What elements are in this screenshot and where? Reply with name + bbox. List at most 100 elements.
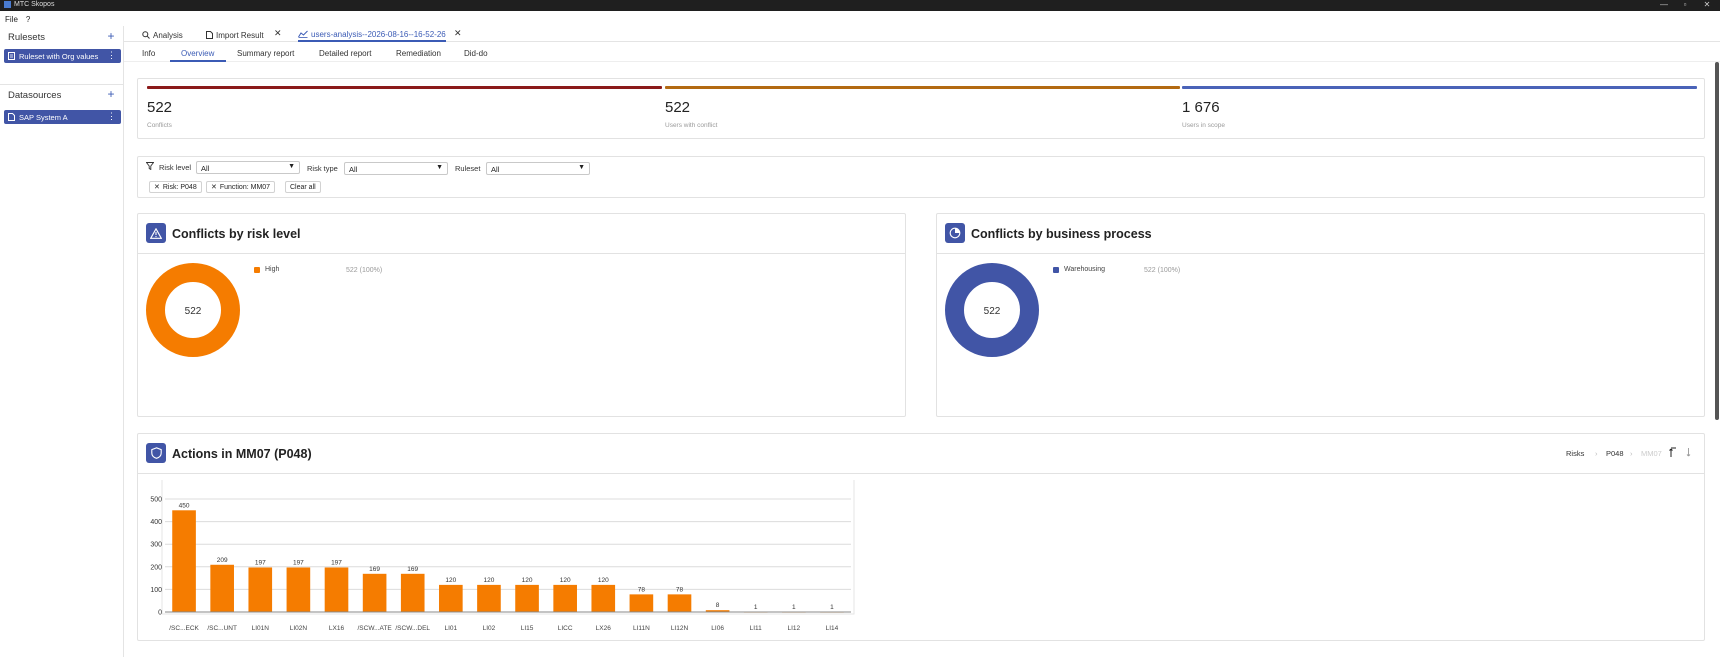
chart-bar[interactable] [591,584,616,612]
legend-label: Warehousing [1064,266,1105,273]
process-chart-icon [949,227,961,239]
datasource-menu-button[interactable]: ⋮ [107,111,116,122]
sidebar-item-ruleset[interactable]: Ruleset with Org values ⋮ [4,49,121,63]
legend-label: High [265,266,280,273]
close-window-button[interactable]: ✕ [1697,0,1717,9]
risk-level-select[interactable]: All ▼ [196,161,300,174]
filter-chip-function[interactable]: ✕ Function: MM07 [206,181,276,193]
clear-all-button[interactable]: Clear all [285,181,321,193]
subtab-remediation[interactable]: Remediation [396,49,441,58]
risk-level-panel-title: Conflicts by risk level [172,227,301,241]
menu-file[interactable]: File [5,15,18,24]
panel-icon-box [945,223,965,243]
add-datasource-button[interactable]: + [105,88,117,100]
chart-bar[interactable] [324,567,349,612]
business-process-panel [936,213,1705,417]
chevron-down-icon: ▼ [578,164,585,171]
chart-bar[interactable] [629,594,654,612]
chart-bar[interactable] [667,594,692,612]
bar-data-label: 78 [676,586,684,593]
chart-bar[interactable] [439,584,463,612]
bar-data-label: 120 [484,577,495,584]
drill-up-icon[interactable] [1669,447,1678,458]
chart-bar[interactable] [362,573,387,612]
legend-item-warehousing[interactable]: Warehousing [1053,266,1105,273]
ruleset-select[interactable]: All ▼ [486,162,590,175]
chip-label: Risk: P048 [162,183,197,191]
chart-bar[interactable] [210,564,234,612]
close-icon[interactable]: ✕ [211,183,217,191]
tab-import-result[interactable]: Import Result [206,28,264,42]
breadcrumb-risks[interactable]: Risks [1566,449,1584,458]
bar-data-label: 78 [638,586,646,593]
sidebar-item-datasource[interactable]: SAP System A ⋮ [4,110,121,124]
chart-bar[interactable] [477,584,501,612]
x-tick-label: LI14 [826,625,839,632]
kpi-bar [147,86,662,89]
x-tick-label: LICC [558,625,573,632]
x-tick-label: LI02N [290,625,308,632]
panel-icon-box [146,443,166,463]
x-tick-label: LI15 [521,625,534,632]
chart-bar[interactable] [248,567,273,612]
kpi-value: 522 [147,99,173,116]
menu-help[interactable]: ? [26,15,30,24]
risk-type-select[interactable]: All ▼ [344,162,448,175]
subtab-summary-report[interactable]: Summary report [237,49,294,58]
bar-data-label: 197 [331,559,342,566]
subtab-info[interactable]: Info [142,49,155,58]
subtab-did-do[interactable]: Did-do [464,49,488,58]
x-tick-label: /SC...UNT [207,625,237,632]
chart-bar[interactable] [553,584,577,612]
ruleset-icon [8,52,15,60]
close-tab-users-analysis-button[interactable]: ✕ [454,28,462,39]
x-tick-label: LI06 [711,625,724,632]
chart-bar[interactable] [400,573,425,612]
minimize-button[interactable]: — [1654,0,1674,9]
bar-data-label: 197 [255,559,266,566]
close-icon[interactable]: ✕ [154,183,160,191]
panel-icon-box [146,223,166,243]
select-value: All [201,164,210,173]
x-tick-label: LI02 [483,625,496,632]
chart-bar[interactable] [515,584,539,612]
x-tick-label: LI12 [788,625,801,632]
subtab-overview[interactable]: Overview [181,49,214,58]
tab-bar: Analysis Import Result ✕ users-analysis-… [124,26,1720,42]
clear-all-label: Clear all [290,183,316,191]
warning-icon [150,227,162,239]
risk-level-donut: 522 [146,263,240,357]
vertical-scrollbar[interactable] [1715,62,1719,420]
ruleset-label: Ruleset [455,164,481,173]
y-tick-label: 100 [150,587,162,594]
chart-bar[interactable] [286,567,311,612]
legend-item-high[interactable]: High [254,266,279,273]
kpi-label: Conflicts [147,122,172,129]
kpi-value: 1 676 [1182,99,1220,116]
close-tab-import-button[interactable]: ✕ [274,28,282,39]
select-value: All [349,165,358,174]
y-tick-label: 500 [150,497,162,504]
ruleset-menu-button[interactable]: ⋮ [107,50,116,61]
legend-swatch [1053,266,1059,273]
app-title: MTC Skopos [14,1,55,8]
kpi-label: Users in scope [1182,122,1225,129]
sidebar: Rulesets + Ruleset with Org values ⋮ Dat… [0,26,124,657]
x-tick-label: LI12N [671,625,689,632]
breadcrumb-p048[interactable]: P048 [1606,449,1624,458]
panel-divider [937,253,1704,254]
filter-chip-risk[interactable]: ✕ Risk: P048 [149,181,202,193]
chart-bar[interactable] [172,510,196,612]
y-tick-label: 300 [150,542,162,549]
bar-data-label: 1 [754,604,758,611]
tab-users-analysis[interactable]: users-analysis--2026-08-16--16-52-26 [298,28,446,42]
tab-analysis[interactable]: Analysis [142,28,183,42]
add-ruleset-button[interactable]: + [105,30,117,42]
subtab-detailed-report[interactable]: Detailed report [319,49,371,58]
chip-label: Function: MM07 [219,183,271,191]
kpi-bar [1182,86,1697,89]
select-value: All [491,165,500,174]
drill-down-icon[interactable] [1686,447,1692,458]
maximize-button[interactable]: ▫ [1675,0,1695,9]
breadcrumb-separator: › [1595,449,1598,458]
